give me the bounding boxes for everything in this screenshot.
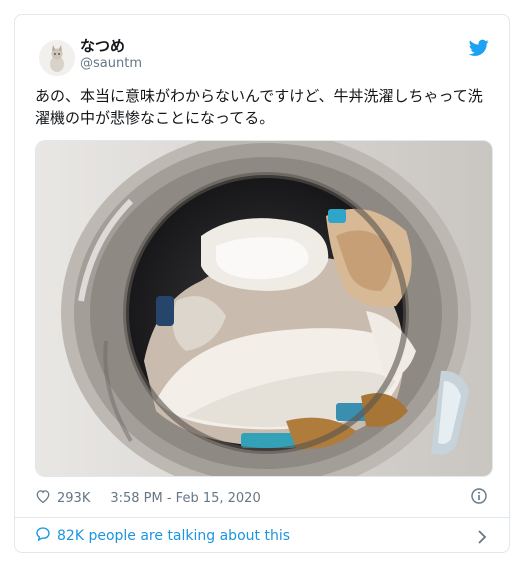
tweet-text: あの、本当に意味がわからないんですけど、牛丼洗濯しちゃって洗濯機の中が悲惨なこと…	[35, 87, 483, 127]
heart-icon[interactable]	[35, 489, 51, 507]
timestamp[interactable]: 3:58 PM - Feb 15, 2020	[110, 491, 260, 506]
user-handle[interactable]: @sauntm	[80, 56, 142, 71]
talking-count[interactable]: 82K people are talking about this	[57, 528, 290, 544]
chevron-right-icon[interactable]	[477, 529, 487, 544]
display-name[interactable]: なつめ	[80, 35, 125, 56]
info-icon[interactable]	[471, 488, 487, 504]
avatar[interactable]	[39, 40, 75, 76]
like-count[interactable]: 293K	[57, 491, 90, 506]
tweet-card: なつめ @sauntm あの、本当に意味がわからないんですけど、牛丼洗濯しちゃっ…	[14, 14, 510, 553]
tweet-meta: 293K 3:58 PM - Feb 15, 2020	[35, 487, 261, 509]
tweet-photo[interactable]	[35, 140, 493, 477]
twitter-bird-icon[interactable]	[468, 39, 489, 57]
comment-bubble-icon	[35, 526, 51, 546]
conversation-link[interactable]: 82K people are talking about this	[35, 526, 290, 546]
divider	[15, 517, 509, 518]
